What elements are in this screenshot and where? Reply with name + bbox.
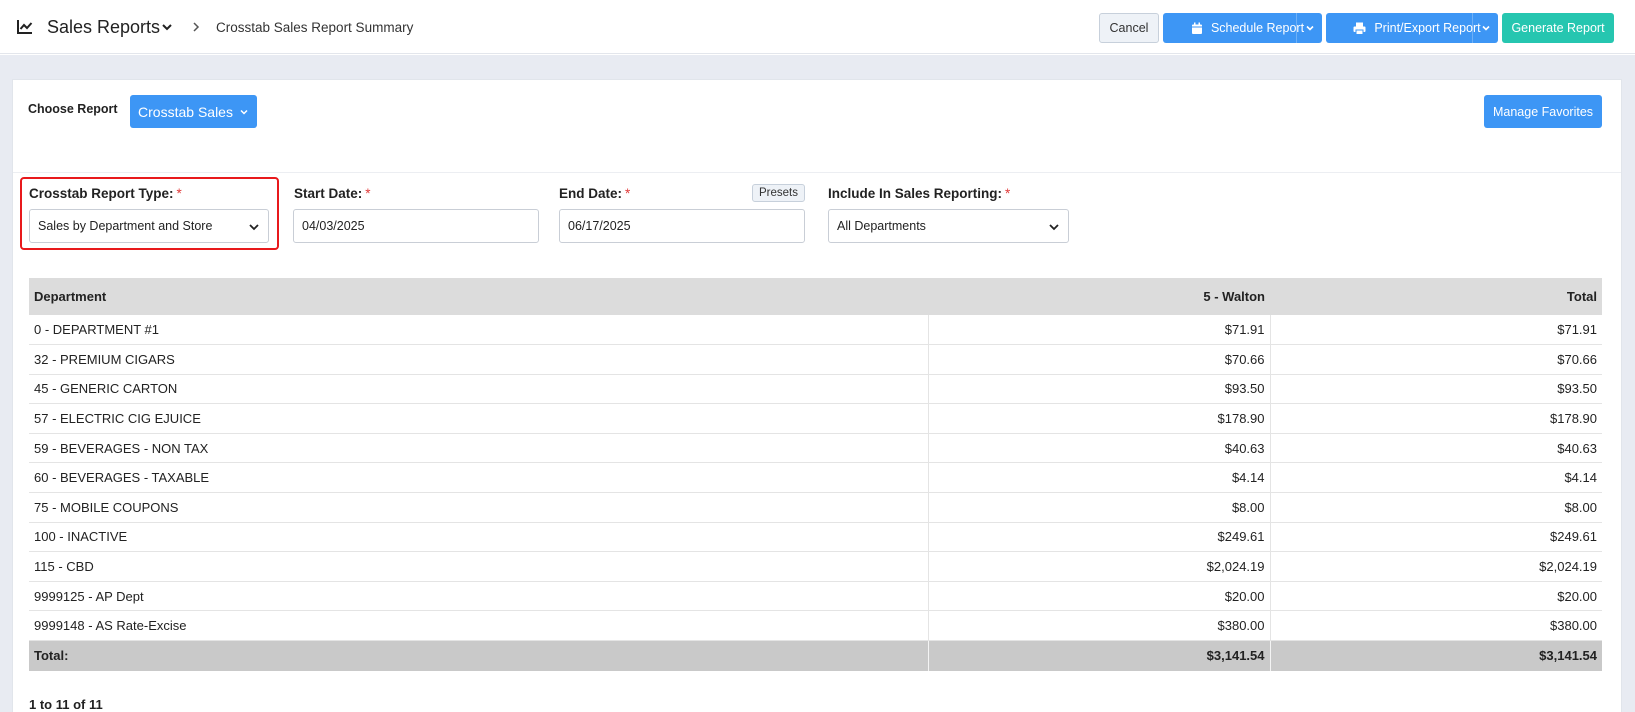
- chevron-down-icon[interactable]: [160, 20, 174, 34]
- grand-total-cell: $3,141.54: [1270, 640, 1602, 671]
- chevron-down-icon: [248, 221, 260, 233]
- presets-button[interactable]: Presets: [752, 184, 805, 202]
- store-amount-cell: $4.14: [927, 462, 1271, 494]
- total-amount-cell: $71.91: [1270, 315, 1602, 346]
- table-row: 32 - PREMIUM CIGARS $70.66 $70.66: [29, 344, 1602, 375]
- table-header-row: Department 5 - Walton Total: [29, 278, 1602, 315]
- schedule-dropdown-toggle[interactable]: [1296, 13, 1322, 43]
- table-row: 9999148 - AS Rate-Excise $380.00 $380.00: [29, 610, 1602, 642]
- total-amount-cell: $380.00: [1270, 610, 1602, 642]
- department-cell: 100 - INACTIVE: [29, 522, 928, 553]
- total-amount-cell: $249.61: [1270, 522, 1602, 553]
- printer-icon: [1353, 22, 1366, 35]
- include-in-sales-select[interactable]: All Departments: [828, 209, 1069, 243]
- include-in-sales-label: Include In Sales Reporting: *: [828, 186, 1011, 201]
- department-cell: 60 - BEVERAGES - TAXABLE: [29, 462, 928, 494]
- total-store-cell: $3,141.54: [927, 640, 1271, 671]
- department-cell: 59 - BEVERAGES - NON TAX: [29, 433, 928, 464]
- store-amount-cell: $249.61: [927, 522, 1271, 553]
- department-cell: 57 - ELECTRIC CIG EJUICE: [29, 403, 928, 434]
- print-dropdown-toggle[interactable]: [1472, 13, 1498, 43]
- manage-favorites-button[interactable]: Manage Favorites: [1484, 95, 1602, 128]
- total-amount-cell: $4.14: [1270, 462, 1602, 494]
- store-amount-cell: $93.50: [927, 374, 1271, 405]
- total-amount-cell: $20.00: [1270, 581, 1602, 612]
- start-date-input[interactable]: 04/03/2025: [293, 209, 539, 243]
- page-title[interactable]: Sales Reports: [47, 17, 160, 38]
- column-header-department[interactable]: Department: [29, 278, 928, 315]
- total-amount-cell: $2,024.19: [1270, 551, 1602, 582]
- department-cell: 75 - MOBILE COUPONS: [29, 492, 928, 523]
- end-date-input[interactable]: 06/17/2025: [559, 209, 805, 243]
- schedule-report-label: Schedule Report: [1210, 21, 1305, 35]
- total-amount-cell: $178.90: [1270, 403, 1602, 434]
- department-cell: 9999148 - AS Rate-Excise: [29, 610, 928, 642]
- department-cell: 0 - DEPARTMENT #1: [29, 315, 928, 346]
- store-amount-cell: $70.66: [927, 344, 1271, 375]
- choose-report-value: Crosstab Sales: [138, 103, 233, 120]
- store-amount-cell: $2,024.19: [927, 551, 1271, 582]
- table-row: 59 - BEVERAGES - NON TAX $40.63 $40.63: [29, 433, 1602, 464]
- print-export-main[interactable]: Print/Export Report: [1343, 13, 1481, 43]
- include-in-sales-value: All Departments: [837, 219, 926, 233]
- app: Sales Reports Crosstab Sales Report Summ…: [0, 0, 1635, 712]
- table-row: 100 - INACTIVE $249.61 $249.61: [29, 522, 1602, 553]
- report-type-label: Crosstab Report Type: *: [29, 186, 182, 201]
- pagination-summary: 1 to 11 of 11: [29, 697, 103, 712]
- table-row: 115 - CBD $2,024.19 $2,024.19: [29, 551, 1602, 582]
- total-amount-cell: $70.66: [1270, 344, 1602, 375]
- store-amount-cell: $8.00: [927, 492, 1271, 523]
- section-divider: [13, 172, 1621, 173]
- chevron-down-icon: [1048, 221, 1060, 233]
- calendar-icon: [1191, 22, 1203, 35]
- schedule-report-main[interactable]: Schedule Report: [1181, 13, 1304, 43]
- print-export-button[interactable]: Print/Export Report: [1326, 13, 1498, 43]
- department-cell: 115 - CBD: [29, 551, 928, 582]
- schedule-report-button[interactable]: Schedule Report: [1163, 13, 1322, 43]
- print-export-label: Print/Export Report: [1374, 21, 1481, 35]
- department-cell: 9999125 - AP Dept: [29, 581, 928, 612]
- department-cell: 32 - PREMIUM CIGARS: [29, 344, 928, 375]
- cancel-button[interactable]: Cancel: [1099, 13, 1159, 43]
- choose-report-label: Choose Report: [28, 102, 118, 116]
- generate-report-button[interactable]: Generate Report: [1502, 13, 1614, 43]
- table-row: 45 - GENERIC CARTON $93.50 $93.50: [29, 374, 1602, 405]
- chevron-down-icon: [239, 107, 249, 117]
- table-total-row: Total: $3,141.54 $3,141.54: [29, 640, 1602, 671]
- chevron-down-icon: [1481, 23, 1491, 33]
- end-date-label: End Date: *: [559, 186, 631, 201]
- table-row: 9999125 - AP Dept $20.00 $20.00: [29, 581, 1602, 612]
- table-row: 0 - DEPARTMENT #1 $71.91 $71.91: [29, 315, 1602, 346]
- total-amount-cell: $93.50: [1270, 374, 1602, 405]
- store-amount-cell: $380.00: [927, 610, 1271, 642]
- report-type-select[interactable]: Sales by Department and Store: [29, 209, 269, 243]
- store-amount-cell: $20.00: [927, 581, 1271, 612]
- total-amount-cell: $8.00: [1270, 492, 1602, 523]
- crosstab-table: Department 5 - Walton Total 0 - DEPARTME…: [29, 278, 1602, 671]
- store-amount-cell: $40.63: [927, 433, 1271, 464]
- line-chart-icon: [16, 18, 34, 36]
- table-row: 60 - BEVERAGES - TAXABLE $4.14 $4.14: [29, 462, 1602, 494]
- total-amount-cell: $40.63: [1270, 433, 1602, 464]
- department-cell: 45 - GENERIC CARTON: [29, 374, 928, 405]
- chevron-right-icon: [190, 20, 202, 34]
- column-header-store[interactable]: 5 - Walton: [928, 278, 1270, 315]
- choose-report-dropdown[interactable]: Crosstab Sales: [130, 95, 257, 128]
- report-type-value: Sales by Department and Store: [38, 219, 213, 233]
- table-row: 75 - MOBILE COUPONS $8.00 $8.00: [29, 492, 1602, 523]
- chevron-down-icon: [1305, 23, 1315, 33]
- total-label-cell: Total:: [29, 640, 928, 671]
- start-date-label: Start Date: *: [294, 186, 371, 201]
- store-amount-cell: $71.91: [927, 315, 1271, 346]
- table-row: 57 - ELECTRIC CIG EJUICE $178.90 $178.90: [29, 403, 1602, 434]
- top-header: Sales Reports Crosstab Sales Report Summ…: [0, 0, 1635, 54]
- breadcrumb: Crosstab Sales Report Summary: [216, 20, 414, 35]
- store-amount-cell: $178.90: [927, 403, 1271, 434]
- column-header-total[interactable]: Total: [1270, 278, 1602, 315]
